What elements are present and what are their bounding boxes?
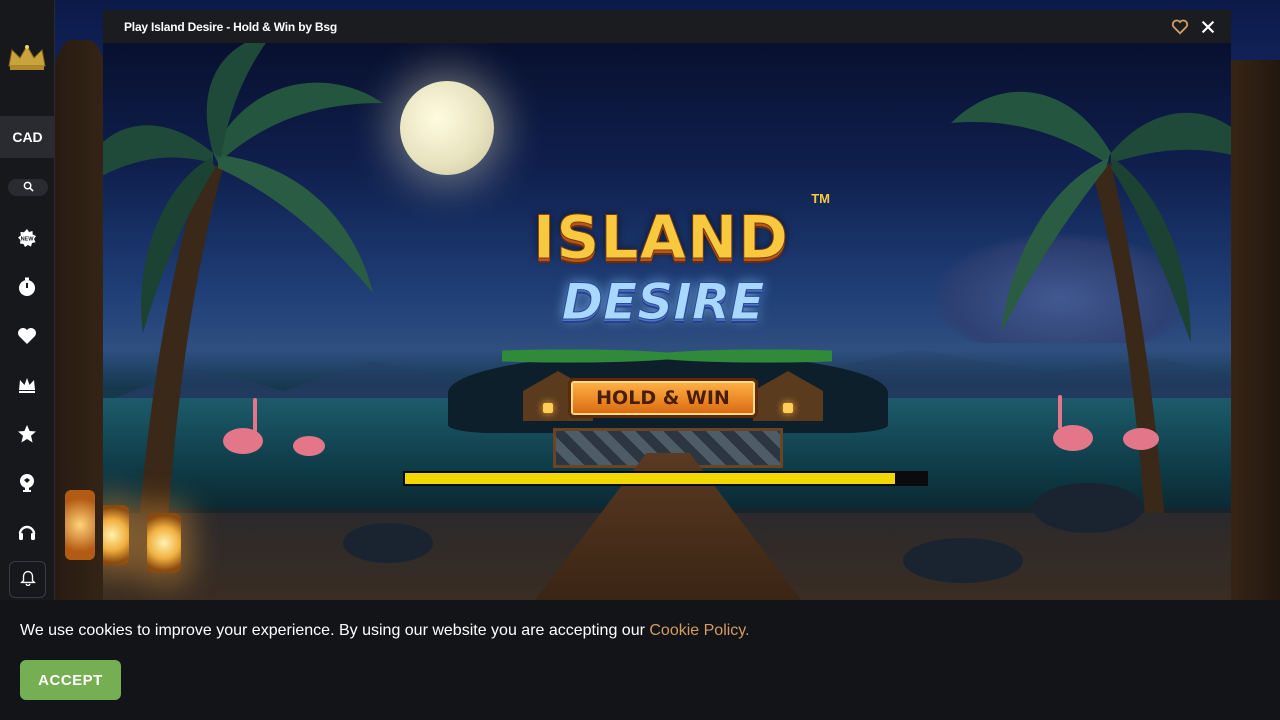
close-icon	[1199, 20, 1217, 40]
game-frame[interactable]: ISLAND TM DESIRE HOLD & WIN	[103, 43, 1231, 600]
heart-outline-icon	[1171, 19, 1189, 40]
currency-selector[interactable]: CAD	[0, 116, 55, 158]
logo-leaves	[502, 341, 832, 371]
crown-logo-icon[interactable]	[7, 44, 47, 72]
favorite-button[interactable]	[1171, 18, 1189, 36]
modal-title: Play Island Desire - Hold & Win by Bsg	[124, 19, 338, 34]
rock	[903, 538, 1023, 583]
star-icon	[17, 424, 37, 449]
bell-icon	[19, 568, 37, 591]
search-icon	[23, 179, 34, 197]
game-modal: Play Island Desire - Hold & Win by Bsg I…	[103, 10, 1231, 600]
crown-icon	[17, 375, 37, 400]
moon	[400, 81, 494, 175]
modal-header: Play Island Desire - Hold & Win by Bsg	[103, 10, 1231, 43]
search-button[interactable]	[8, 179, 48, 196]
flamingo-neck	[253, 398, 257, 432]
rock	[343, 523, 433, 563]
headset-icon	[17, 522, 37, 547]
trophy-icon	[17, 473, 37, 498]
cookie-banner	[0, 600, 1280, 720]
sidebar-item-vip[interactable]	[16, 376, 38, 398]
close-button[interactable]	[1199, 18, 1217, 36]
svg-text:NEW: NEW	[21, 236, 35, 242]
logo-trademark: TM	[811, 191, 830, 206]
cookie-message: We use cookies to improve your experienc…	[20, 622, 750, 640]
stopwatch-icon	[17, 277, 37, 302]
game-logo: ISLAND TM DESIRE HOLD & WIN	[502, 191, 832, 431]
sidebar: CAD NEW	[0, 0, 55, 600]
flamingo-neck	[1058, 395, 1062, 429]
loading-progress-fill	[405, 473, 895, 484]
lantern-left-2	[147, 513, 181, 573]
sidebar-item-recent[interactable]	[16, 277, 38, 302]
sidebar-item-favorites[interactable]	[16, 327, 38, 349]
lantern-left	[103, 505, 129, 565]
sidebar-item-tournaments[interactable]	[16, 473, 38, 498]
new-badge-icon: NEW	[17, 228, 37, 253]
sidebar-item-support[interactable]	[16, 523, 38, 545]
cookie-text: We use cookies to improve your experienc…	[20, 622, 650, 639]
logo-desire-text: DESIRE	[561, 273, 765, 332]
flamingo	[293, 436, 325, 456]
loading-progress-bar	[403, 471, 928, 486]
flamingo	[1123, 428, 1159, 450]
accept-cookies-button[interactable]: ACCEPT	[20, 660, 121, 700]
rock	[1033, 483, 1143, 533]
sidebar-item-top[interactable]	[16, 424, 38, 449]
sidebar-item-new-games[interactable]: NEW	[16, 228, 38, 253]
heart-icon	[17, 326, 37, 351]
cookie-policy-link[interactable]: Cookie Policy.	[649, 622, 749, 639]
logo-island-text: ISLAND	[532, 203, 790, 274]
background-lantern	[65, 490, 95, 560]
hold-and-win-badge: HOLD & WIN	[568, 378, 758, 418]
flamingo	[223, 428, 263, 454]
sidebar-item-notifications[interactable]	[9, 561, 46, 598]
